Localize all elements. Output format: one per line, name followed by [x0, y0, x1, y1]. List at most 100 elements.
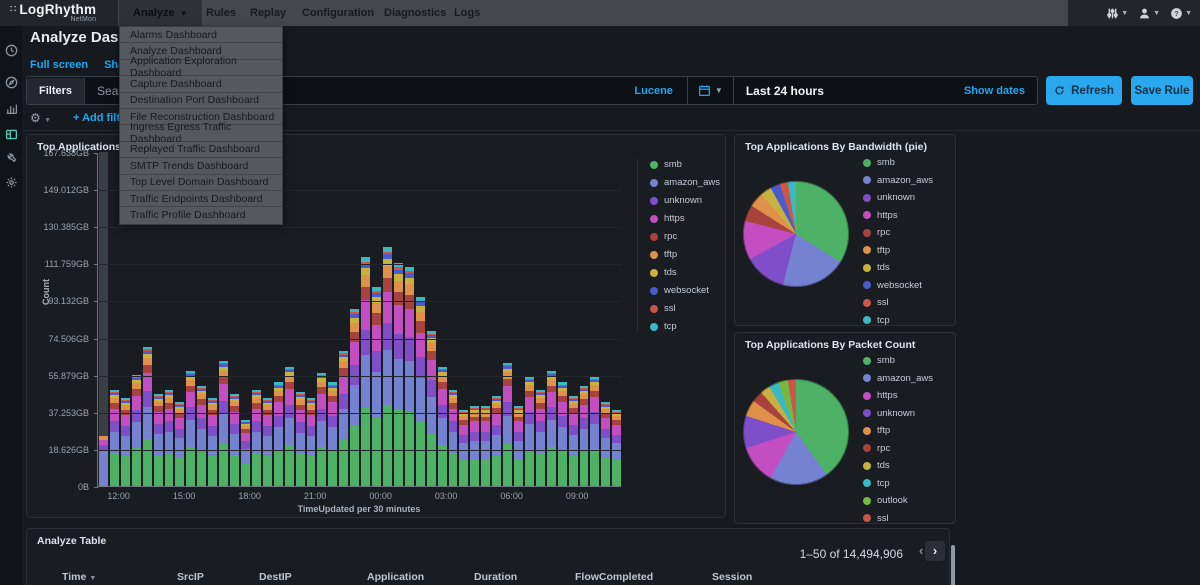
legend-item-outlook[interactable]: outlook: [863, 495, 933, 506]
column-header-duration[interactable]: Duration: [474, 571, 517, 583]
column-header-time[interactable]: Time▼: [62, 571, 96, 583]
histogram-bar[interactable]: [449, 152, 458, 486]
histogram-bar[interactable]: [481, 152, 490, 486]
help-icon[interactable]: ? ▼: [1170, 7, 1192, 20]
histogram-bar[interactable]: [459, 152, 468, 486]
legend-item-amazon_aws[interactable]: amazon_aws: [650, 177, 720, 188]
legend-item-ssl[interactable]: ssl: [863, 297, 933, 308]
legend-item-tcp[interactable]: tcp: [863, 478, 933, 489]
refresh-button[interactable]: Refresh: [1046, 76, 1122, 105]
save-rule-button[interactable]: Save Rule: [1131, 76, 1193, 105]
legend-item-unknown[interactable]: unknown: [863, 408, 933, 419]
histogram-bar[interactable]: [612, 152, 621, 486]
histogram-bar[interactable]: [492, 152, 501, 486]
legend-item-amazon_aws[interactable]: amazon_aws: [863, 373, 933, 384]
menu-item-traffic-profile-dashboard[interactable]: Traffic Profile Dashboard: [120, 207, 282, 223]
bar-chart-icon[interactable]: [0, 96, 22, 120]
column-header-srcip[interactable]: SrcIP: [177, 571, 204, 583]
legend-item-tftp[interactable]: tftp: [863, 245, 933, 256]
histogram-bar[interactable]: [296, 152, 305, 486]
menu-item-top-level-domain-dashboard[interactable]: Top Level Domain Dashboard: [120, 175, 282, 191]
show-dates-link[interactable]: Show dates: [964, 85, 1025, 97]
wrench-icon[interactable]: [0, 146, 22, 170]
gear-icon[interactable]: [0, 170, 22, 194]
filters-button[interactable]: Filters: [27, 78, 85, 104]
menu-item-smtp-trends-dashboard[interactable]: SMTP Trends Dashboard: [120, 158, 282, 174]
histogram-bar[interactable]: [383, 152, 392, 486]
legend-item-rpc[interactable]: rpc: [650, 231, 720, 242]
menu-item-application-exploration-dashboard[interactable]: Application Exploration Dashboard: [120, 60, 282, 76]
histogram-bar[interactable]: [514, 152, 523, 486]
user-icon[interactable]: ▼: [1138, 7, 1160, 20]
menu-item-replayed-traffic-dashboard[interactable]: Replayed Traffic Dashboard: [120, 142, 282, 158]
menu-item-ingress-egress-traffic-dashboard[interactable]: Ingress Egress Traffic Dashboard: [120, 125, 282, 141]
legend-item-unknown[interactable]: unknown: [863, 192, 933, 203]
legend-item-tds[interactable]: tds: [650, 267, 720, 278]
histogram-bar[interactable]: [427, 152, 436, 486]
time-range-value[interactable]: Last 24 hours: [746, 84, 824, 98]
histogram-bar[interactable]: [580, 152, 589, 486]
legend-item-ssl[interactable]: ssl: [863, 513, 933, 524]
histogram-bar[interactable]: [547, 152, 556, 486]
sliders-icon[interactable]: ▼: [1106, 7, 1128, 20]
histogram-bar[interactable]: [317, 152, 326, 486]
legend-item-websocket[interactable]: websocket: [650, 285, 720, 296]
nav-item-analyze[interactable]: Analyze▼: [119, 0, 202, 26]
column-header-application[interactable]: Application: [367, 571, 424, 583]
histogram-bar[interactable]: [285, 152, 294, 486]
histogram-bar[interactable]: [307, 152, 316, 486]
legend-item-rpc[interactable]: rpc: [863, 227, 933, 238]
legend-item-tds[interactable]: tds: [863, 460, 933, 471]
query-language-toggle[interactable]: Lucene: [620, 85, 687, 97]
histogram-bar[interactable]: [569, 152, 578, 486]
legend-item-https[interactable]: https: [650, 213, 720, 224]
pagination-next-icon[interactable]: ›: [925, 541, 945, 561]
legend-item-unknown[interactable]: unknown: [650, 195, 720, 206]
legend-item-tftp[interactable]: tftp: [650, 249, 720, 260]
bandwidth-pie-chart[interactable]: [743, 181, 849, 287]
legend-item-smb[interactable]: smb: [863, 355, 933, 366]
filter-gear-icon[interactable]: ⚙ ▼: [30, 111, 51, 125]
histogram-bar[interactable]: [416, 152, 425, 486]
nav-item-logs[interactable]: Logs: [440, 0, 494, 26]
logrhythm-logo[interactable]: ∷ LogRhythm NetMon: [10, 2, 96, 23]
legend-item-https[interactable]: https: [863, 210, 933, 221]
legend-item-smb[interactable]: smb: [863, 157, 933, 168]
full-screen-link[interactable]: Full screen: [30, 59, 88, 71]
menu-item-traffic-endpoints-dashboard[interactable]: Traffic Endpoints Dashboard: [120, 191, 282, 207]
histogram-bar[interactable]: [99, 152, 108, 486]
dashboard-icon[interactable]: [0, 122, 22, 146]
menu-item-alarms-dashboard[interactable]: Alarms Dashboard: [120, 27, 282, 43]
histogram-bar[interactable]: [110, 152, 119, 486]
legend-item-smb[interactable]: smb: [650, 159, 720, 170]
column-header-flowcompleted[interactable]: FlowCompleted: [575, 571, 653, 583]
clock-icon[interactable]: [0, 38, 22, 62]
legend-item-https[interactable]: https: [863, 390, 933, 401]
menu-item-destination-port-dashboard[interactable]: Destination Port Dashboard: [120, 93, 282, 109]
packet-count-pie-chart[interactable]: [743, 379, 849, 485]
histogram-bar[interactable]: [536, 152, 545, 486]
histogram-bar[interactable]: [525, 152, 534, 486]
legend-item-rpc[interactable]: rpc: [863, 443, 933, 454]
histogram-bar[interactable]: [503, 152, 512, 486]
compass-icon[interactable]: [0, 70, 22, 94]
table-scrollbar[interactable]: [951, 545, 955, 585]
histogram-bar[interactable]: [361, 152, 370, 486]
histogram-bar[interactable]: [601, 152, 610, 486]
column-header-session[interactable]: Session: [712, 571, 752, 583]
legend-item-tcp[interactable]: tcp: [863, 315, 933, 326]
histogram-bar[interactable]: [558, 152, 567, 486]
calendar-dropdown[interactable]: ▼: [688, 76, 734, 105]
histogram-bar[interactable]: [470, 152, 479, 486]
histogram-bar[interactable]: [394, 152, 403, 486]
legend-item-websocket[interactable]: websocket: [863, 280, 933, 291]
histogram-bar[interactable]: [350, 152, 359, 486]
histogram-bar[interactable]: [590, 152, 599, 486]
histogram-bar[interactable]: [339, 152, 348, 486]
column-header-destip[interactable]: DestIP: [259, 571, 292, 583]
legend-item-amazon_aws[interactable]: amazon_aws: [863, 175, 933, 186]
histogram-bar[interactable]: [438, 152, 447, 486]
legend-item-ssl[interactable]: ssl: [650, 303, 720, 314]
histogram-bar[interactable]: [328, 152, 337, 486]
legend-item-tftp[interactable]: tftp: [863, 425, 933, 436]
